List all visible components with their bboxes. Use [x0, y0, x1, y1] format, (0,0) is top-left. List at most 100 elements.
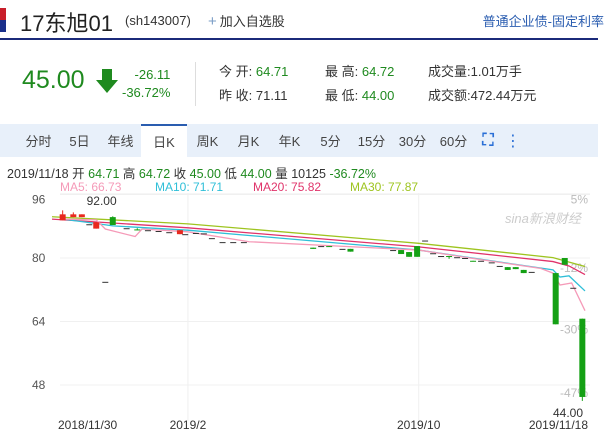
candle-body — [438, 256, 445, 258]
prev-close-stat: 昨 收: 71.11 — [219, 84, 287, 108]
info-open: 64.71 — [88, 167, 120, 181]
info-high: 64.72 — [138, 167, 171, 181]
amount-label: 成交额: — [428, 88, 471, 103]
tab-monthly-k[interactable]: 月K — [228, 124, 269, 157]
change-amount: -26.11 — [134, 67, 171, 82]
y-tick-label: 96 — [32, 193, 46, 206]
candle-body — [520, 269, 527, 274]
arrow-down-icon — [96, 69, 118, 93]
tab-year-line[interactable]: 年线 — [100, 124, 141, 157]
sina-watermark: sina新浪财经 — [505, 211, 583, 226]
y-tick-label: 80 — [32, 251, 46, 265]
candle-body — [78, 214, 85, 218]
x-tick-label: 2019/10 — [397, 418, 441, 432]
candle-body — [192, 232, 199, 234]
candle-body — [454, 257, 461, 259]
bond-code: (sh143007) — [125, 13, 191, 28]
candle-body — [414, 246, 421, 257]
min-price-label: 44.00 — [553, 406, 583, 420]
candle-body — [579, 318, 586, 397]
candle-body — [406, 252, 413, 257]
info-low: 44.00 — [240, 167, 272, 181]
tab-15min[interactable]: 15分 — [351, 124, 392, 157]
plus-icon: + — [208, 13, 217, 30]
candle-body — [478, 260, 485, 262]
candle-body — [176, 230, 183, 235]
candle-body — [208, 238, 215, 240]
bond-name: 17东旭01 — [20, 11, 113, 36]
candle-body — [310, 247, 317, 249]
candle-body — [166, 232, 173, 234]
candle-body — [102, 281, 109, 283]
x-tick-label: 2019/11/18 — [529, 418, 588, 432]
info-low-label: 低 — [224, 167, 237, 181]
open-value: 64.71 — [255, 64, 289, 79]
candle-body — [528, 271, 535, 273]
candle-body — [462, 258, 469, 259]
open-label: 今 开: — [219, 64, 253, 79]
candle-body — [318, 246, 325, 248]
info-date: 2019/11/18 — [7, 167, 69, 181]
prev-close-label: 昨 收: — [219, 88, 253, 103]
bond-type-link[interactable]: 普通企业债-固定利率 — [483, 11, 604, 30]
low-stat: 最 低: 44.00 — [325, 84, 394, 108]
ma-line-ma5 — [62, 218, 586, 311]
tab-weekly-k[interactable]: 周K — [187, 124, 228, 157]
tab-intraday[interactable]: 分时 — [18, 124, 59, 157]
tab-5day[interactable]: 5日 — [59, 124, 100, 157]
high-value: 64.72 — [361, 64, 395, 79]
fullscreen-icon[interactable]: ⛶ — [474, 124, 502, 157]
open-stat: 今 开: 64.71 — [219, 60, 288, 84]
tab-yearly-k[interactable]: 年K — [269, 124, 310, 157]
tab-60min[interactable]: 60分 — [433, 124, 474, 157]
candle-body — [155, 231, 162, 233]
candle-body — [326, 246, 333, 248]
kline-chart[interactable]: 96 80 64 48 2018/11/30 2019/2 2019/10 2019/11/1… — [0, 193, 612, 433]
add-favorite-button[interactable]: + 加入自选股 — [208, 11, 285, 30]
ma5-legend: MA5: 66.73 — [60, 180, 122, 194]
tab-5min[interactable]: 5分 — [310, 124, 351, 157]
y-tick-label: 64 — [32, 315, 46, 329]
quote-divider — [195, 62, 196, 106]
volume-stat: 成交量:1.01万手 — [428, 60, 522, 84]
candle-body — [86, 224, 93, 226]
header-divider — [0, 38, 598, 40]
candle-body — [240, 242, 247, 244]
y-tick-label: 48 — [32, 378, 46, 392]
amount-value: 472.44万元 — [470, 88, 537, 103]
change-percent: -36.72% — [122, 85, 171, 100]
volume-value: 1.01万手 — [470, 64, 522, 79]
candle-body — [496, 265, 503, 267]
more-options-icon[interactable]: ⋮ — [502, 124, 524, 157]
ma20-legend: MA20: 75.82 — [253, 180, 322, 194]
candle-body — [470, 260, 477, 262]
candle-body — [339, 248, 346, 250]
candle-body — [488, 262, 495, 264]
candle-body — [144, 230, 151, 232]
tab-30min[interactable]: 30分 — [392, 124, 433, 157]
amount-stat: 成交额:472.44万元 — [428, 84, 536, 108]
tab-daily-k[interactable]: 日K — [141, 124, 187, 157]
info-pct: -36.72% — [329, 167, 376, 181]
candle-body — [59, 214, 66, 221]
candle-body — [570, 287, 577, 289]
prev-close-value: 71.11 — [255, 88, 288, 103]
low-label: 最 低: — [325, 88, 359, 103]
candle-body — [504, 267, 511, 270]
candle-body — [70, 214, 77, 218]
info-high-label: 高 — [122, 167, 136, 181]
candle-body — [219, 242, 226, 244]
candle-body — [123, 228, 130, 230]
add-favorite-label: 加入自选股 — [219, 14, 285, 29]
candle-body — [200, 233, 207, 235]
candle-body — [512, 267, 519, 270]
candle-body — [230, 242, 237, 244]
candle-body — [552, 273, 559, 325]
candle-body — [398, 250, 405, 255]
info-close: 45.00 — [189, 167, 221, 181]
x-tick-label: 2019/2 — [170, 418, 207, 432]
high-label: 最 高: — [325, 64, 359, 79]
max-price-label: 92.00 — [87, 194, 117, 208]
ma10-legend: MA10: 71.71 — [155, 180, 224, 194]
price-change: -26.11 -36.72% — [122, 66, 170, 102]
